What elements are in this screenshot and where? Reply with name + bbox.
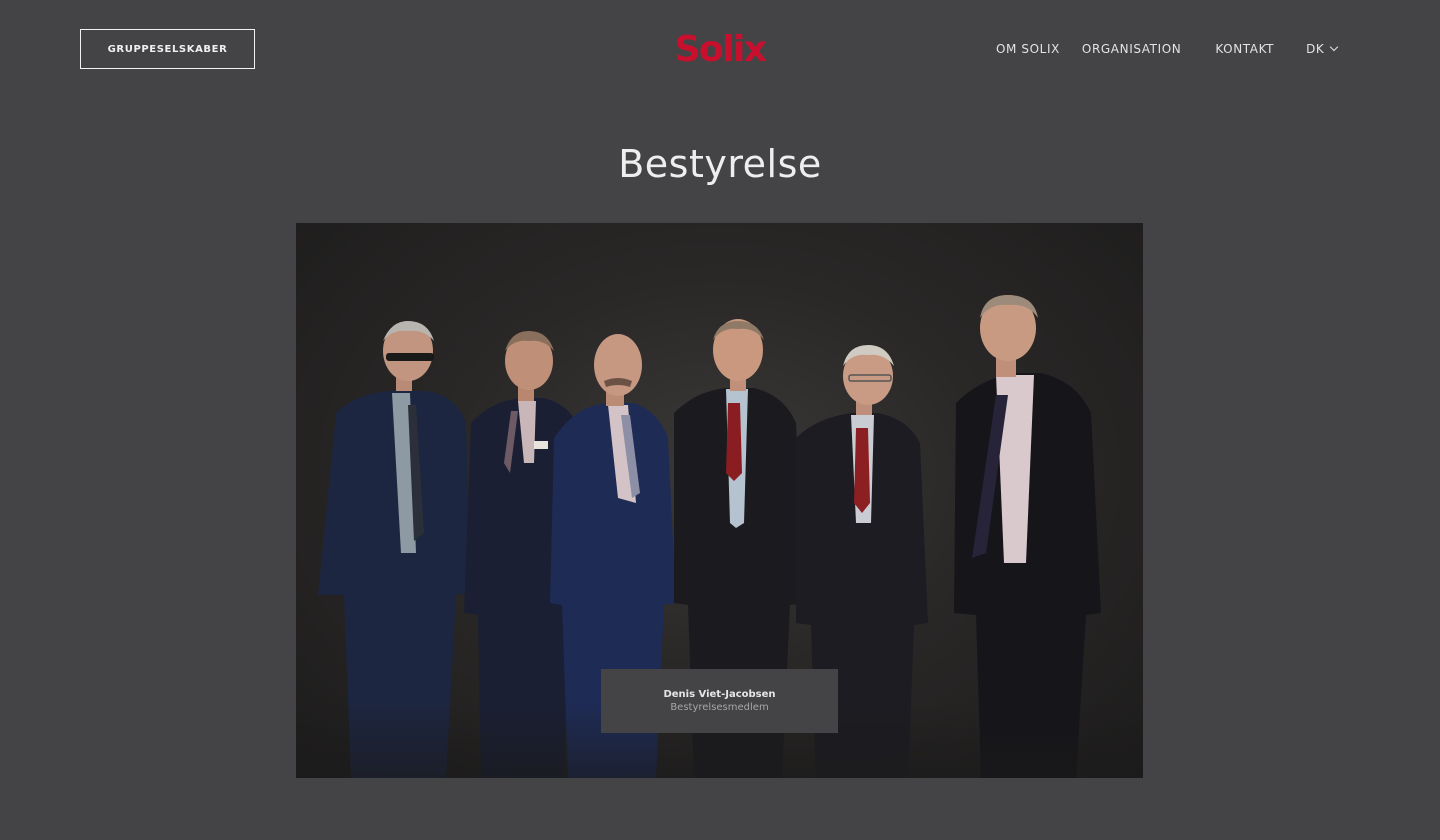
nav-item-kontakt[interactable]: KONTAKT: [1215, 42, 1274, 56]
language-selector[interactable]: DK: [1306, 42, 1339, 56]
board-photo: Denis Viet-Jacobsen Bestyrelsesmedlem: [296, 223, 1143, 778]
chevron-down-icon: [1330, 42, 1339, 52]
group-companies-button[interactable]: GRUPPESELSKABER: [80, 29, 255, 69]
photo-caption: Denis Viet-Jacobsen Bestyrelsesmedlem: [601, 669, 838, 733]
caption-name: Denis Viet-Jacobsen: [663, 689, 776, 700]
logo-text: Solix: [674, 29, 767, 70]
nav-item-organisation[interactable]: ORGANISATION: [1082, 42, 1181, 56]
solix-logo[interactable]: Solix: [669, 27, 771, 73]
main-nav: OM SOLIX ORGANISATION KONTAKT DK: [996, 40, 1339, 58]
page-title: Bestyrelse: [618, 142, 822, 186]
language-label: DK: [1306, 42, 1325, 56]
nav-item-om-solix[interactable]: OM SOLIX: [996, 42, 1060, 56]
caption-role: Bestyrelsesmedlem: [670, 702, 769, 713]
